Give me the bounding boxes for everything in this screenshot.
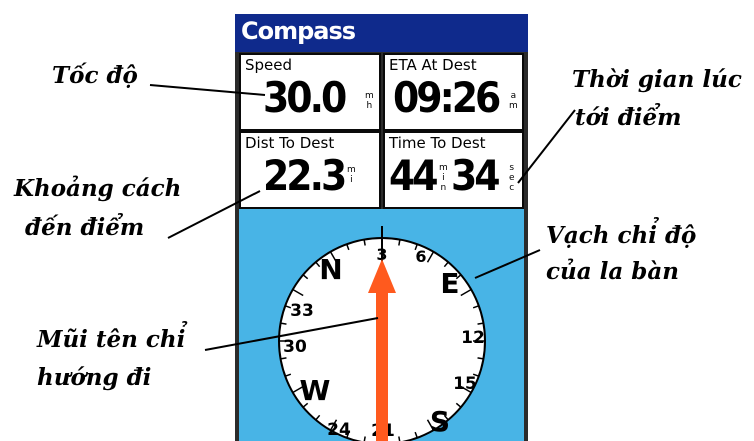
leader-dist [167,190,261,239]
leader-eta [517,109,576,184]
annotation-arrow-line2: hướng đi [37,364,152,391]
leader-arrow [204,317,379,351]
annotation-eta-line1: Thời gian lúc [572,66,742,93]
annotation-dial-line1: Vạch chỉ độ [546,222,697,249]
annotation-speed: Tốc độ [52,62,138,89]
annotation-dial-line2: của la bàn [546,258,679,285]
annotation-arrow-line1: Mũi tên chỉ [37,326,186,353]
leader-dial [474,249,541,279]
leader-speed [149,84,266,96]
annotation-eta-line2: tới điểm [575,104,682,131]
annotation-dist-line2: đến điểm [25,214,145,241]
annotation-dist-line1: Khoảng cách [14,175,182,202]
